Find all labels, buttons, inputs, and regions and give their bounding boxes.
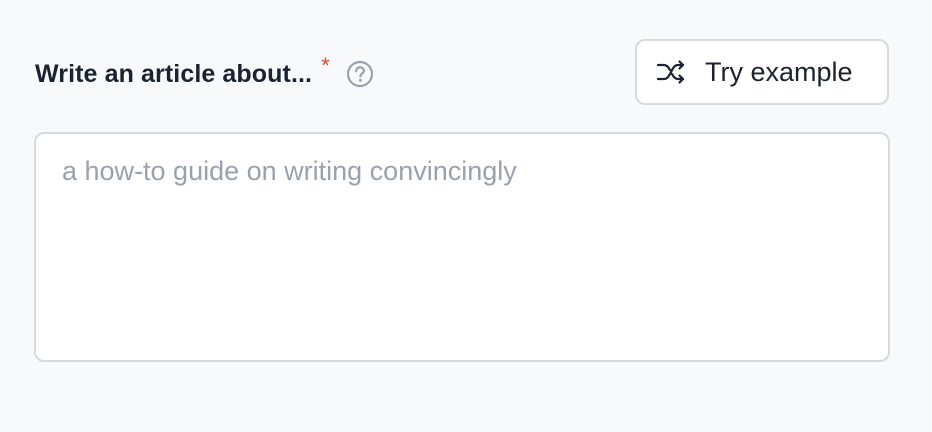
article-topic-input[interactable] (34, 132, 890, 362)
question-circle-icon[interactable] (346, 60, 374, 88)
shuffle-icon (655, 56, 687, 88)
article-topic-panel: Write an article about... * Try example … (0, 0, 932, 432)
try-example-button[interactable]: Try example (635, 39, 889, 105)
field-label-row: Write an article about... * (35, 53, 374, 94)
required-asterisk: * (321, 53, 330, 78)
try-example-label: Try example (705, 56, 853, 87)
field-label: Write an article about... (35, 59, 313, 88)
